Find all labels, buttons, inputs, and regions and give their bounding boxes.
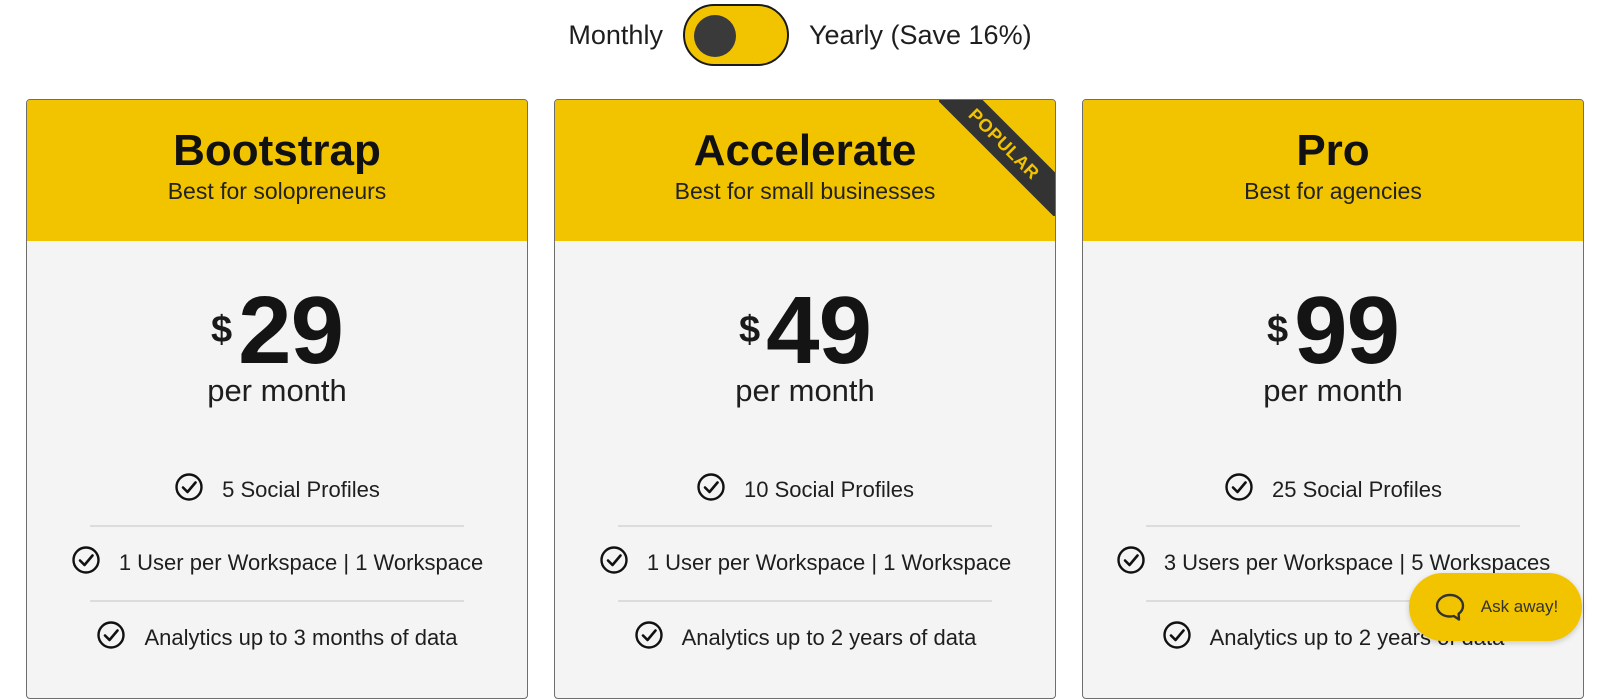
feature-list: 5 Social Profiles 1 User per Workspace |… bbox=[27, 455, 527, 675]
currency-symbol: $ bbox=[1267, 309, 1289, 351]
feature-text: 1 User per Workspace | 1 Workspace bbox=[646, 549, 1012, 575]
plan-subtitle: Best for solopreneurs bbox=[167, 178, 387, 205]
chat-label: Ask away! bbox=[1480, 597, 1559, 616]
currency-symbol: $ bbox=[739, 309, 761, 351]
toggle-knob[interactable] bbox=[693, 15, 736, 57]
plan-name: Bootstrap bbox=[173, 126, 381, 175]
popular-ribbon: POPULAR bbox=[939, 100, 1055, 216]
feature-item: 10 Social Profiles bbox=[555, 455, 1055, 525]
feature-list: 25 Social Profiles 3 Users per Workspace… bbox=[1083, 455, 1583, 675]
price-period: per month bbox=[1263, 373, 1403, 408]
check-circle-icon bbox=[72, 545, 100, 574]
feature-item: 1 User per Workspace | 1 Workspace bbox=[555, 525, 1055, 600]
feature-text: 1 User per Workspace | 1 Workspace bbox=[118, 549, 484, 575]
price: $ 29 bbox=[27, 277, 527, 384]
plan-header: Pro Best for agencies bbox=[1083, 100, 1583, 241]
plan-name: Pro bbox=[1296, 126, 1370, 175]
chat-widget-button[interactable]: Ask away! bbox=[1409, 573, 1582, 641]
billing-period-toggle[interactable] bbox=[682, 4, 789, 66]
chat-bubble-icon bbox=[1435, 593, 1464, 621]
feature-item: 1 User per Workspace | 1 Workspace bbox=[27, 525, 527, 600]
plan-subtitle: Best for agencies bbox=[1244, 178, 1422, 205]
feature-text: 5 Social Profiles bbox=[222, 477, 380, 502]
price-period: per month bbox=[207, 373, 347, 408]
price-amount: 29 bbox=[238, 277, 344, 384]
feature-item: Analytics up to 2 years of data bbox=[555, 600, 1055, 675]
price-amount: 99 bbox=[1294, 277, 1400, 384]
feature-item: 5 Social Profiles bbox=[27, 455, 527, 525]
feature-text: 10 Social Profiles bbox=[744, 477, 914, 502]
price: $ 49 bbox=[555, 277, 1055, 384]
check-circle-icon bbox=[634, 620, 663, 649]
check-circle-icon bbox=[1117, 545, 1145, 574]
check-circle-icon bbox=[697, 473, 725, 501]
check-circle-icon bbox=[600, 545, 628, 574]
feature-item: Analytics up to 3 months of data bbox=[27, 600, 527, 675]
popular-badge: POPULAR bbox=[939, 100, 1055, 216]
check-circle-icon bbox=[1162, 620, 1191, 649]
price-period: per month bbox=[735, 373, 875, 408]
feature-text: Analytics up to 2 years of data bbox=[681, 624, 977, 650]
plan-card-accelerate: Accelerate Best for small businesses POP… bbox=[554, 99, 1056, 699]
currency-symbol: $ bbox=[211, 309, 233, 351]
feature-item: 25 Social Profiles bbox=[1083, 455, 1583, 525]
feature-text: 3 Users per Workspace | 5 Workspaces bbox=[1163, 549, 1551, 575]
billing-toggle-row: Monthly Yearly (Save 16%) bbox=[0, 3, 1600, 67]
feature-text: 25 Social Profiles bbox=[1272, 477, 1442, 502]
yearly-label[interactable]: Yearly (Save 16%) bbox=[809, 20, 1032, 51]
plan-card-bootstrap: Bootstrap Best for solopreneurs $ 29 per… bbox=[26, 99, 528, 699]
plan-header: Bootstrap Best for solopreneurs bbox=[27, 100, 527, 241]
feature-list: 10 Social Profiles 1 User per Workspace … bbox=[555, 455, 1055, 675]
price-amount: 49 bbox=[766, 277, 872, 384]
feature-text: Analytics up to 3 months of data bbox=[144, 624, 458, 650]
price: $ 99 bbox=[1083, 277, 1583, 384]
check-circle-icon bbox=[175, 473, 203, 501]
check-circle-icon bbox=[1225, 473, 1253, 501]
monthly-label[interactable]: Monthly bbox=[568, 20, 663, 51]
check-circle-icon bbox=[97, 620, 126, 649]
